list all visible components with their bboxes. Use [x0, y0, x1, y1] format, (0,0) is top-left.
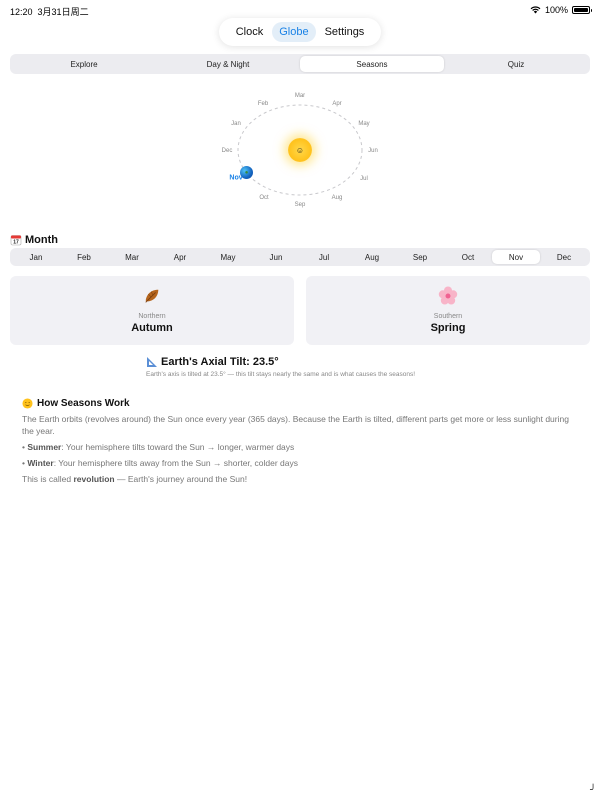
cherry-blossom-icon	[438, 286, 458, 305]
how-seasons-work: How Seasons Work The Earth orbits (revol…	[22, 398, 582, 485]
orbit-month-feb: Feb	[257, 101, 269, 107]
orbit-month-jan: Jan	[231, 121, 241, 127]
how-intro: The Earth orbits (revolves around) the S…	[22, 414, 569, 436]
orbit-month-apr: Apr	[332, 101, 342, 107]
mode-tabs: Explore Day & Night Seasons Quiz	[10, 54, 590, 74]
orbit-diagram: Mar Apr May Jun Jul Aug Sep Oct Nov Dec …	[0, 80, 600, 220]
month-picker: Jan Feb Mar Apr May Jun Jul Aug Sep Oct …	[10, 248, 590, 266]
resize-handle-icon[interactable]: ╯	[590, 785, 596, 796]
sun-face-icon	[22, 398, 33, 409]
status-date: 3月31日周二	[37, 7, 89, 17]
top-nav: Clock Globe Settings	[219, 18, 381, 46]
axial-tilt-section: Earth's Axial Tilt: 23.5° Earth's axis i…	[146, 356, 415, 378]
winter-text: : Your hemisphere tilts away from the Su…	[53, 458, 298, 468]
tab-day-night[interactable]: Day & Night	[156, 56, 300, 72]
month-nov[interactable]: Nov	[492, 250, 540, 264]
month-sep[interactable]: Sep	[396, 250, 444, 264]
orbit-month-sep: Sep	[294, 202, 306, 208]
northern-hemisphere-card: Northern Autumn	[10, 276, 294, 345]
month-jan[interactable]: Jan	[12, 250, 60, 264]
axial-tilt-description: Earth's axis is tilted at 23.5° — this t…	[146, 371, 416, 378]
battery-icon	[572, 6, 592, 14]
sun-icon: ☺	[288, 138, 312, 162]
battery-level	[574, 8, 588, 12]
earth-icon: ●	[240, 166, 253, 179]
status-bar: 12:20 3月31日周二 100%	[0, 0, 600, 20]
northern-season: Autumn	[131, 322, 173, 334]
revolution-post: — Earth's journey around the Sun!	[114, 474, 248, 484]
how-title: How Seasons Work	[37, 398, 130, 409]
tab-seasons[interactable]: Seasons	[300, 56, 444, 72]
orbit-month-aug: Aug	[331, 195, 343, 201]
month-aug[interactable]: Aug	[348, 250, 396, 264]
orbit-month-mar: Mar	[294, 93, 306, 99]
orbit-month-jul: Jul	[360, 176, 368, 182]
southern-hemisphere-card: Southern Spring	[306, 276, 590, 345]
battery-percent: 100%	[544, 5, 568, 15]
summer-text: : Your hemisphere tilts toward the Sun →…	[61, 442, 295, 452]
orbit-month-dec: Dec	[221, 148, 233, 154]
nav-clock[interactable]: Clock	[229, 22, 271, 42]
status-time: 12:20	[10, 7, 33, 17]
revolution-word: revolution	[73, 474, 115, 484]
winter-label: Winter	[27, 458, 54, 468]
month-dec[interactable]: Dec	[540, 250, 588, 264]
fallen-leaf-icon	[145, 289, 159, 303]
tab-explore[interactable]: Explore	[12, 56, 156, 72]
month-title: Month	[25, 234, 58, 246]
revolution-line: This is called revolution — Earth's jour…	[22, 473, 582, 485]
southern-season: Spring	[430, 322, 466, 334]
month-jun[interactable]: Jun	[252, 250, 300, 264]
month-mar[interactable]: Mar	[108, 250, 156, 264]
nav-settings[interactable]: Settings	[318, 22, 372, 42]
month-jul[interactable]: Jul	[300, 250, 348, 264]
triangular-ruler-icon	[147, 357, 157, 367]
svg-text:17: 17	[13, 240, 19, 246]
calendar-icon: 17	[10, 235, 22, 246]
summer-label: Summer	[27, 442, 62, 452]
winter-line: • Winter: Your hemisphere tilts away fro…	[22, 458, 298, 468]
northern-label: Northern	[138, 313, 166, 320]
axial-tilt-title: Earth's Axial Tilt: 23.5°	[161, 356, 279, 368]
orbit-month-may: May	[358, 121, 370, 127]
southern-label: Southern	[433, 313, 463, 320]
tab-quiz[interactable]: Quiz	[444, 56, 588, 72]
wifi-icon	[530, 6, 541, 14]
month-oct[interactable]: Oct	[444, 250, 492, 264]
orbit-month-jun: Jun	[368, 148, 378, 154]
status-indicators: 100%	[530, 5, 592, 15]
summer-line: • Summer: Your hemisphere tilts toward t…	[22, 442, 295, 452]
month-feb[interactable]: Feb	[60, 250, 108, 264]
nav-globe[interactable]: Globe	[272, 22, 316, 42]
revolution-pre: This is called	[22, 474, 74, 484]
month-apr[interactable]: Apr	[156, 250, 204, 264]
month-section-title: 17 Month	[10, 234, 58, 246]
status-time-date: 12:20 3月31日周二	[10, 5, 89, 18]
orbit-month-oct: Oct	[259, 195, 269, 201]
month-may[interactable]: May	[204, 250, 252, 264]
